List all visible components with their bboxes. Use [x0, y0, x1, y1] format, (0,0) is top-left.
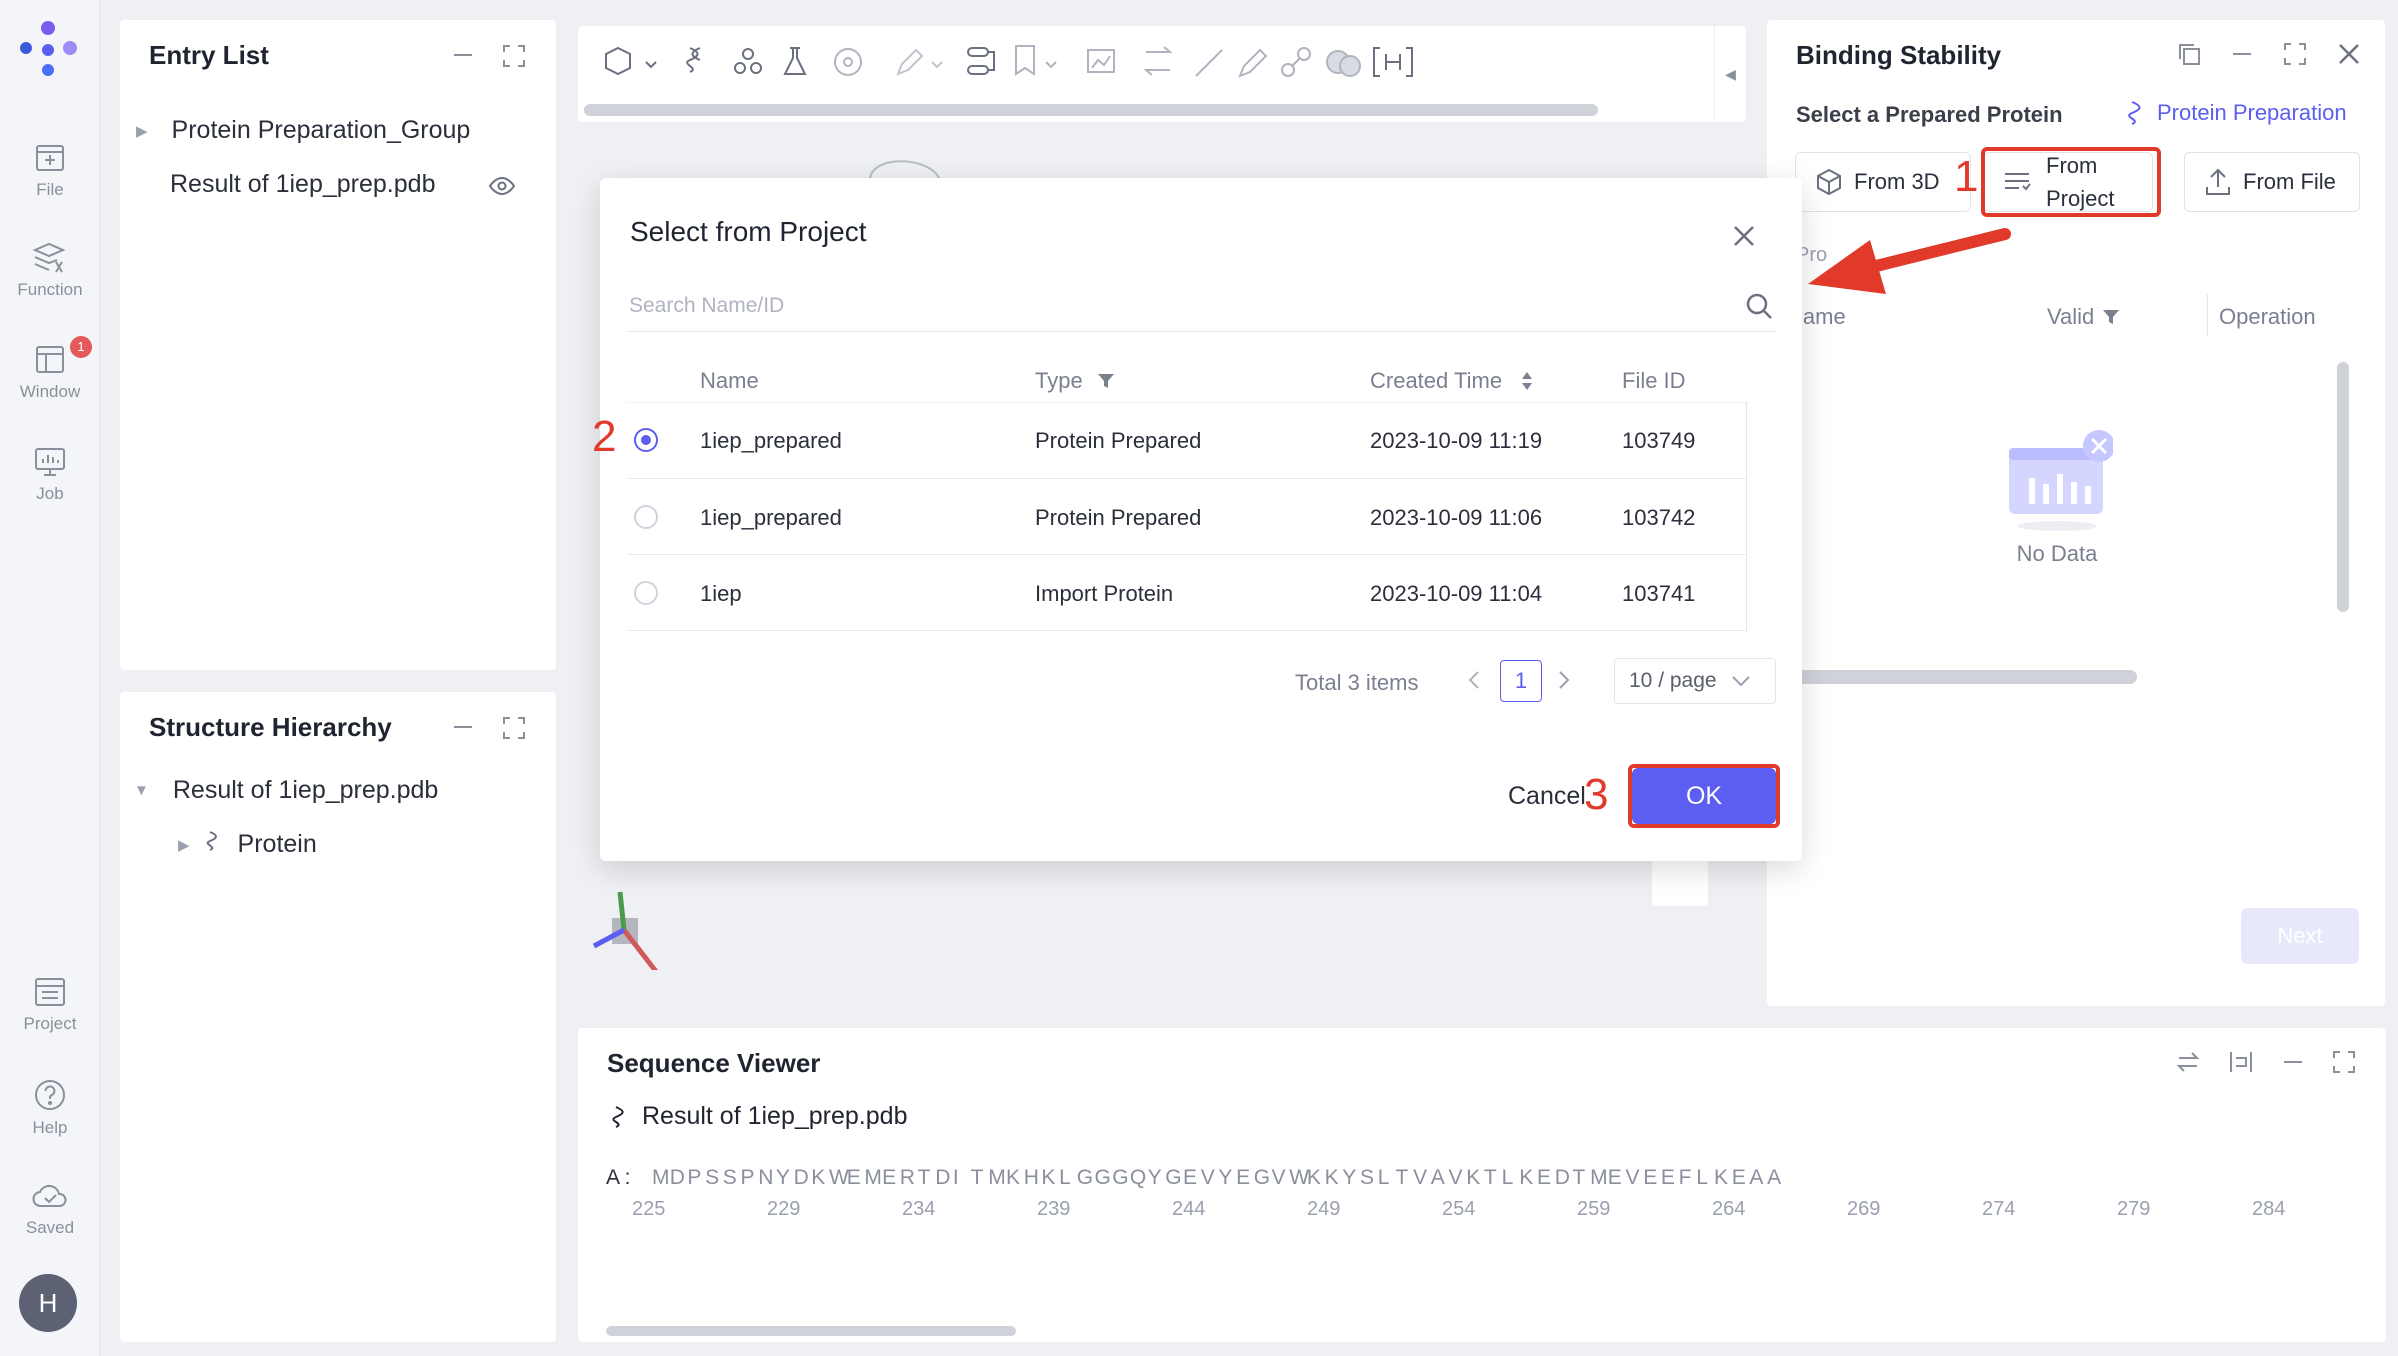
search-placeholder: Search Name/ID: [629, 294, 785, 317]
cell-name: 1iep: [700, 581, 742, 606]
col-name-header: Name: [700, 368, 759, 393]
row-radio[interactable]: [634, 581, 658, 605]
page-size-select[interactable]: 10 / page: [1614, 658, 1776, 704]
annotation-arrow: [1808, 228, 2011, 294]
cell-name: 1iep_prepared: [700, 428, 842, 453]
row-radio[interactable]: [634, 505, 658, 529]
col-type-header[interactable]: Type: [1035, 368, 1115, 394]
dialog-close-icon[interactable]: [1732, 224, 1756, 253]
cell-created: 2023-10-09 11:19: [1370, 428, 1543, 453]
cell-created: 2023-10-09 11:06: [1370, 505, 1543, 530]
table-scrollbar-track[interactable]: [1746, 402, 1776, 632]
chevron-down-icon: [1731, 676, 1750, 687]
dialog-title: Select from Project: [630, 216, 867, 247]
cell-type: Import Protein: [1035, 581, 1174, 606]
filter-icon[interactable]: [1097, 372, 1115, 390]
cell-name: 1iep_prepared: [700, 505, 842, 530]
cell-fileid: 103742: [1622, 505, 1696, 530]
next-page-icon[interactable]: [1556, 668, 1572, 697]
cell-created: 2023-10-09 11:04: [1370, 581, 1543, 606]
annotation-step-1: 1: [1954, 152, 1979, 201]
page-number[interactable]: 1: [1500, 660, 1542, 702]
annotation-box-ok: [1628, 764, 1780, 828]
cell-type: Protein Prepared: [1035, 505, 1202, 530]
page-size-value: 10 / page: [1629, 669, 1717, 692]
search-icon[interactable]: [1745, 292, 1773, 320]
cancel-button[interactable]: Cancel: [1508, 782, 1586, 811]
annotation-step-3: 3: [1584, 770, 1609, 819]
total-items: Total 3 items: [1295, 670, 1419, 695]
search-input[interactable]: Search Name/ID: [627, 284, 1777, 332]
prev-page-icon[interactable]: [1466, 668, 1482, 698]
cell-type: Protein Prepared: [1035, 428, 1202, 453]
cell-fileid: 103749: [1622, 428, 1696, 453]
cell-fileid: 103741: [1622, 581, 1696, 606]
annotation-box-from-project: [1981, 147, 2161, 217]
row-radio[interactable]: [634, 428, 658, 452]
sort-icon[interactable]: [1520, 370, 1534, 392]
annotation-step-2: 2: [592, 412, 617, 461]
col-created-header[interactable]: Created Time: [1370, 368, 1534, 394]
col-fileid-header: File ID: [1622, 368, 1686, 393]
